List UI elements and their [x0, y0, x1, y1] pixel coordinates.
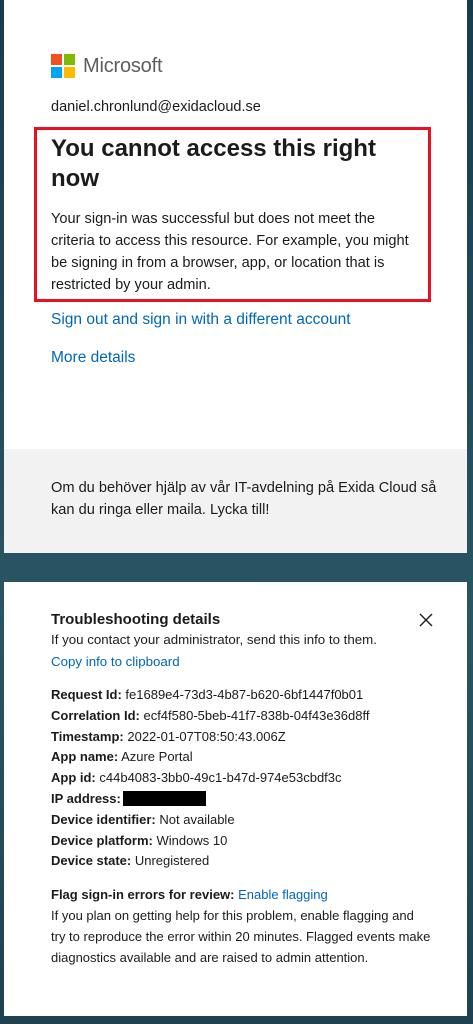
microsoft-logo: Microsoft [51, 54, 163, 78]
close-icon[interactable] [417, 611, 435, 629]
device-state-value: Unregistered [134, 853, 210, 869]
device-state-row: Device state: Unregistered [51, 853, 210, 869]
signin-card: Microsoft daniel.chronlund@exidacloud.se… [4, 0, 467, 553]
device-platform-value: Windows 10 [156, 832, 228, 848]
troubleshooting-panel: Troubleshooting details If you contact y… [4, 582, 467, 1016]
page-title: You cannot access this right now [51, 135, 376, 192]
user-email: daniel.chronlund@exidacloud.se [51, 99, 261, 115]
app-id-row: App id: c44b4083-3bb0-49c1-b47d-974e53cb… [51, 770, 342, 786]
request-id-row: Request Id: fe1689e4-73d3-4b87-b620-6bf1… [51, 687, 364, 702]
error-description: Your sign-in was successful but does not… [51, 211, 409, 293]
correlation-id-row: Correlation Id: ecf4f580-5beb-41f7-838b-… [51, 707, 370, 723]
flag-description: If you plan on getting help for this pro… [51, 908, 431, 965]
flag-label: Flag sign-in errors for review: [51, 887, 235, 902]
copy-to-clipboard-link[interactable]: Copy info to clipboard [51, 654, 180, 669]
microsoft-logo-icon [51, 54, 75, 78]
app-name-row: App name: Azure Portal [51, 749, 193, 765]
timestamp-value: 2022-01-07T08:50:43.006Z [127, 728, 286, 744]
more-details-link[interactable]: More details [51, 349, 135, 367]
footer-text: Om du behöver hjälp av vår IT-avdelning … [51, 480, 437, 518]
brand-name: Microsoft [83, 54, 163, 77]
troubleshooting-title: Troubleshooting details [51, 611, 221, 628]
device-identifier-value: Not available [159, 811, 235, 827]
device-identifier-row: Device identifier: Not available [51, 811, 235, 827]
flag-section: Flag sign-in errors for review: Enable f… [51, 884, 431, 968]
custom-footer: Om du behöver hjälp av vår IT-avdelning … [4, 449, 467, 553]
sign-out-link[interactable]: Sign out and sign in with a different ac… [51, 311, 351, 329]
troubleshooting-details: Request Id: fe1689e4-73d3-4b87-b620-6bf1… [51, 685, 369, 872]
ip-address-row: IP address: [51, 789, 369, 810]
flag-row: Flag sign-in errors for review: Enable f… [51, 884, 431, 905]
app-name-value: Azure Portal [121, 749, 193, 765]
app-id-value: c44b4083-3bb0-49c1-b47d-974e53cbdf3c [99, 770, 342, 786]
timestamp-row: Timestamp: 2022-01-07T08:50:43.006Z [51, 728, 286, 744]
redacted-ip-address [122, 790, 206, 806]
correlation-id-value: ecf4f580-5beb-41f7-838b-04f43e36d8ff [143, 707, 370, 723]
enable-flagging-link[interactable]: Enable flagging [238, 887, 328, 902]
troubleshooting-subtitle: If you contact your administrator, send … [51, 632, 377, 647]
device-platform-row: Device platform: Windows 10 [51, 832, 228, 848]
request-id-value: fe1689e4-73d3-4b87-b620-6bf1447f0b01 [125, 687, 364, 702]
